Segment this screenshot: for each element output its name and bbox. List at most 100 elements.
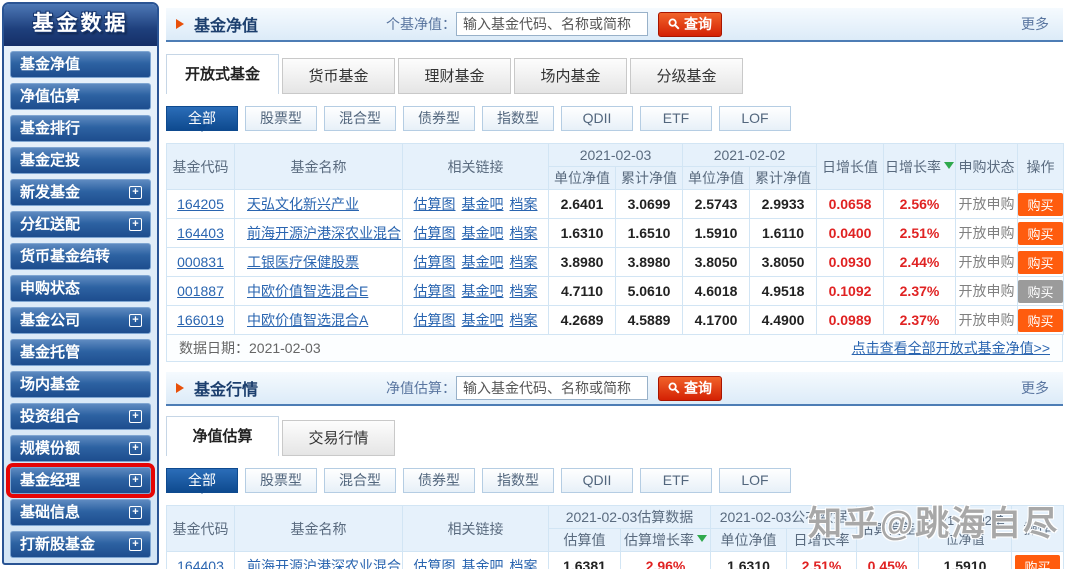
tab-nav-estimate[interactable]: 净值估算 — [166, 416, 279, 456]
filter-all[interactable]: 全部 — [166, 106, 238, 132]
buy-button[interactable]: 购买 — [1018, 308, 1063, 332]
unit-nav-1: 4.2689 — [548, 305, 616, 335]
fund-name-link[interactable]: 天弘文化新兴产业 — [247, 196, 359, 212]
fund-forum-link[interactable]: 基金吧 — [462, 196, 504, 212]
sidebar-item-nav-estimate[interactable]: 净值估算 — [10, 83, 151, 110]
tab-money-funds[interactable]: 货币基金 — [282, 58, 395, 94]
estimate-chart-link[interactable]: 估算图 — [414, 558, 456, 569]
sidebar-item-scale-share[interactable]: 规模份额 — [10, 435, 151, 462]
daily-growth-rate: 2.37% — [883, 305, 956, 335]
filter-etf[interactable]: ETF — [640, 468, 712, 493]
archive-link[interactable]: 档案 — [510, 254, 538, 270]
archive-link[interactable]: 档案 — [510, 283, 538, 299]
buy-button-disabled[interactable]: 购买 — [1018, 279, 1063, 303]
estimate-chart-link[interactable]: 估算图 — [414, 196, 456, 212]
archive-link[interactable]: 档案 — [510, 196, 538, 212]
archive-link[interactable]: 档案 — [510, 312, 538, 328]
expand-plus-icon[interactable] — [129, 442, 142, 455]
sidebar-item-purchase-status[interactable]: 申购状态 — [10, 275, 151, 302]
buy-button[interactable]: 购买 — [1018, 192, 1063, 216]
expand-plus-icon[interactable] — [129, 218, 142, 231]
acc-nav-2: 4.4900 — [749, 305, 817, 335]
fund-name-link[interactable]: 前海开源沪港深农业混合 — [247, 225, 401, 241]
sidebar-item-exchange-funds[interactable]: 场内基金 — [10, 371, 151, 398]
expand-plus-icon[interactable] — [129, 506, 142, 519]
tab-trading-quotes[interactable]: 交易行情 — [282, 420, 395, 456]
sidebar-item-ipo-funds[interactable]: 打新股基金 — [10, 531, 151, 558]
buy-button[interactable]: 购买 — [1015, 554, 1060, 569]
filter-stock[interactable]: 股票型 — [245, 468, 317, 493]
filter-hybrid[interactable]: 混合型 — [324, 106, 396, 131]
category-filters: 全部 股票型 混合型 债券型 指数型 QDII ETF LOF — [166, 106, 1063, 132]
sidebar-item-new-funds[interactable]: 新发基金 — [10, 179, 151, 206]
archive-link[interactable]: 档案 — [510, 225, 538, 241]
fund-estimate-search-input[interactable] — [456, 376, 649, 400]
filter-qdii[interactable]: QDII — [561, 468, 633, 493]
sidebar-item-fund-manager[interactable]: 基金经理 — [10, 467, 151, 494]
fund-forum-link[interactable]: 基金吧 — [462, 558, 504, 569]
fund-forum-link[interactable]: 基金吧 — [462, 312, 504, 328]
filter-etf[interactable]: ETF — [640, 106, 712, 131]
filter-index[interactable]: 指数型 — [482, 106, 554, 131]
fund-forum-link[interactable]: 基金吧 — [462, 283, 504, 299]
filter-stock[interactable]: 股票型 — [245, 106, 317, 131]
fund-code-link[interactable]: 001887 — [177, 283, 224, 299]
fund-code-link[interactable]: 164403 — [177, 558, 224, 569]
buy-button[interactable]: 购买 — [1018, 250, 1063, 274]
sidebar-item-fund-custody[interactable]: 基金托管 — [10, 339, 151, 366]
fund-forum-link[interactable]: 基金吧 — [462, 254, 504, 270]
col-related-links: 相关链接 — [402, 143, 549, 190]
fund-code-link[interactable]: 166019 — [177, 312, 224, 328]
sidebar-item-portfolio[interactable]: 投资组合 — [10, 403, 151, 430]
filter-hybrid[interactable]: 混合型 — [324, 468, 396, 493]
sidebar-item-basic-info[interactable]: 基础信息 — [10, 499, 151, 526]
fund-code-link[interactable]: 164403 — [177, 225, 224, 241]
fund-name-link[interactable]: 中欧价值智选混合A — [247, 312, 368, 328]
tab-open-end-funds[interactable]: 开放式基金 — [166, 54, 279, 94]
view-all-open-funds-link[interactable]: 点击查看全部开放式基金净值>> — [852, 338, 1050, 358]
fund-name-link[interactable]: 工银医疗保健股票 — [247, 254, 359, 270]
estimate-chart-link[interactable]: 估算图 — [414, 254, 456, 270]
tab-exchange-funds[interactable]: 场内基金 — [514, 58, 627, 94]
more-link[interactable]: 更多 — [1021, 378, 1049, 398]
estimate-chart-link[interactable]: 估算图 — [414, 312, 456, 328]
query-button[interactable]: 查询 — [658, 375, 723, 401]
fund-name-link[interactable]: 前海开源沪港深农业混合 — [247, 558, 401, 569]
filter-lof[interactable]: LOF — [719, 468, 791, 493]
filter-bond[interactable]: 债券型 — [403, 468, 475, 493]
col-estimate-rate[interactable]: 估算增长率 — [620, 528, 711, 552]
sidebar-item-money-fund-transfer[interactable]: 货币基金结转 — [10, 243, 151, 270]
fund-forum-link[interactable]: 基金吧 — [462, 225, 504, 241]
expand-plus-icon[interactable] — [129, 314, 142, 327]
estimate-chart-link[interactable]: 估算图 — [414, 283, 456, 299]
fund-code-link[interactable]: 164205 — [177, 196, 224, 212]
more-link[interactable]: 更多 — [1021, 14, 1049, 34]
sidebar-item-fund-nav[interactable]: 基金净值 — [10, 51, 151, 78]
category-filters: 全部 股票型 混合型 债券型 指数型 QDII ETF LOF — [166, 468, 1063, 494]
expand-plus-icon[interactable] — [129, 186, 142, 199]
buy-button[interactable]: 购买 — [1018, 221, 1063, 245]
tab-wealth-funds[interactable]: 理财基金 — [398, 58, 511, 94]
tab-structured-funds[interactable]: 分级基金 — [630, 58, 743, 94]
sidebar-item-fund-aip[interactable]: 基金定投 — [10, 147, 151, 174]
fund-code-cell: 001887 — [166, 276, 235, 306]
sidebar-item-fund-company[interactable]: 基金公司 — [10, 307, 151, 334]
filter-index[interactable]: 指数型 — [482, 468, 554, 493]
sidebar-item-dividends[interactable]: 分红送配 — [10, 211, 151, 238]
fund-search-input[interactable] — [456, 12, 649, 36]
filter-all[interactable]: 全部 — [166, 468, 238, 494]
archive-link[interactable]: 档案 — [510, 558, 538, 569]
expand-plus-icon[interactable] — [129, 410, 142, 423]
filter-qdii[interactable]: QDII — [561, 106, 633, 131]
col-daily-growth-rate[interactable]: 日增长率 — [883, 143, 956, 190]
estimate-chart-link[interactable]: 估算图 — [414, 225, 456, 241]
related-links-cell: 估算图 基金吧 档案 — [402, 305, 549, 335]
query-button[interactable]: 查询 — [658, 11, 723, 37]
fund-code-link[interactable]: 000831 — [177, 254, 224, 270]
filter-bond[interactable]: 债券型 — [403, 106, 475, 131]
sidebar-item-fund-ranking[interactable]: 基金排行 — [10, 115, 151, 142]
fund-name-link[interactable]: 中欧价值智选混合E — [247, 283, 368, 299]
expand-plus-icon[interactable] — [129, 474, 142, 487]
filter-lof[interactable]: LOF — [719, 106, 791, 131]
expand-plus-icon[interactable] — [129, 538, 142, 551]
